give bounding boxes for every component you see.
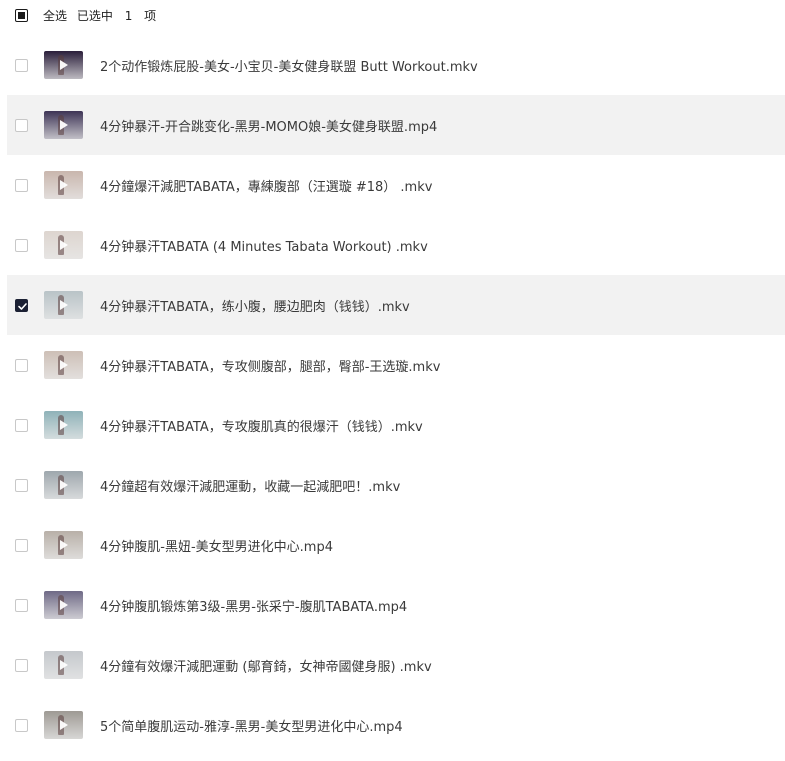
- play-icon: [60, 720, 68, 730]
- file-row[interactable]: 4分钟暴汗TABATA，练小腹，腰边肥肉（钱钱）.mkv: [7, 275, 785, 335]
- file-row[interactable]: 4分鐘有效爆汗減肥運動 (鄔育錡，女神帝國健身服) .mkv: [0, 635, 785, 695]
- file-name[interactable]: 2个动作锻炼屁股-美女-小宝贝-美女健身联盟 Butt Workout.mkv: [100, 56, 478, 75]
- video-thumbnail[interactable]: [44, 711, 83, 739]
- video-thumbnail[interactable]: [44, 111, 83, 139]
- file-name[interactable]: 4分鐘有效爆汗減肥運動 (鄔育錡，女神帝國健身服) .mkv: [100, 656, 432, 675]
- file-checkbox[interactable]: [15, 119, 28, 132]
- file-checkbox[interactable]: [15, 599, 28, 612]
- selected-count: 1: [124, 9, 133, 23]
- file-row[interactable]: 2个动作锻炼屁股-美女-小宝贝-美女健身联盟 Butt Workout.mkv: [0, 35, 785, 95]
- file-row[interactable]: 4分钟暴汗TABATA，专攻腹肌真的很爆汗（钱钱）.mkv: [0, 395, 785, 455]
- play-icon: [60, 660, 68, 670]
- play-icon: [60, 600, 68, 610]
- file-checkbox[interactable]: [15, 59, 28, 72]
- video-thumbnail[interactable]: [44, 591, 83, 619]
- file-checkbox[interactable]: [15, 299, 28, 312]
- file-checkbox[interactable]: [15, 179, 28, 192]
- file-row[interactable]: 4分钟暴汗TABATA (4 Minutes Tabata Workout) .…: [0, 215, 785, 275]
- video-thumbnail[interactable]: [44, 291, 83, 319]
- play-icon: [60, 420, 68, 430]
- file-checkbox[interactable]: [15, 539, 28, 552]
- file-row[interactable]: 4分钟暴汗TABATA，专攻侧腹部，腿部，臀部-王选璇.mkv: [0, 335, 785, 395]
- video-thumbnail[interactable]: [44, 531, 83, 559]
- file-name[interactable]: 5个简单腹肌运动-雅淳-黑男-美女型男进化中心.mp4: [100, 716, 403, 735]
- play-icon: [60, 180, 68, 190]
- video-thumbnail[interactable]: [44, 651, 83, 679]
- checkmark-icon: [18, 303, 27, 310]
- file-name[interactable]: 4分钟暴汗TABATA，专攻腹肌真的很爆汗（钱钱）.mkv: [100, 416, 423, 435]
- play-icon: [60, 480, 68, 490]
- video-thumbnail[interactable]: [44, 171, 83, 199]
- file-checkbox[interactable]: [15, 719, 28, 732]
- selected-label: 已选中: [76, 9, 113, 23]
- file-list: 2个动作锻炼屁股-美女-小宝贝-美女健身联盟 Butt Workout.mkv 4…: [0, 35, 785, 755]
- file-name[interactable]: 4分钟腹肌-黑妞-美女型男进化中心.mp4: [100, 536, 333, 555]
- unit-label: 项: [144, 9, 157, 23]
- partial-check-indicator: [18, 12, 25, 19]
- file-checkbox[interactable]: [15, 419, 28, 432]
- file-checkbox[interactable]: [15, 359, 28, 372]
- select-all-label[interactable]: 全选: [43, 9, 67, 23]
- file-checkbox[interactable]: [15, 659, 28, 672]
- file-row[interactable]: 4分钟腹肌-黑妞-美女型男进化中心.mp4: [0, 515, 785, 575]
- file-name[interactable]: 4分鐘超有效爆汗減肥運動，收藏一起減肥吧！.mkv: [100, 476, 400, 495]
- file-name[interactable]: 4分鐘爆汗減肥TABATA，專練腹部（汪選璇 #18） .mkv: [100, 176, 432, 195]
- play-icon: [60, 360, 68, 370]
- select-all-checkbox[interactable]: [15, 9, 28, 22]
- file-row[interactable]: 4分鐘超有效爆汗減肥運動，收藏一起減肥吧！.mkv: [0, 455, 785, 515]
- play-icon: [60, 240, 68, 250]
- file-name[interactable]: 4分钟暴汗TABATA (4 Minutes Tabata Workout) .…: [100, 236, 428, 255]
- file-name[interactable]: 4分钟腹肌锻炼第3级-黑男-张采宁-腹肌TABATA.mp4: [100, 596, 407, 615]
- video-thumbnail[interactable]: [44, 411, 83, 439]
- video-thumbnail[interactable]: [44, 351, 83, 379]
- play-icon: [60, 300, 68, 310]
- file-row[interactable]: 5个简单腹肌运动-雅淳-黑男-美女型男进化中心.mp4: [0, 695, 785, 755]
- file-row[interactable]: 4分鐘爆汗減肥TABATA，專練腹部（汪選璇 #18） .mkv: [0, 155, 785, 215]
- selection-summary: 全选 已选中 1 项: [43, 7, 162, 24]
- file-row[interactable]: 4分钟暴汗-开合跳变化-黑男-MOMO娘-美女健身联盟.mp4: [7, 95, 785, 155]
- selection-header: 全选 已选中 1 项: [0, 0, 785, 32]
- video-thumbnail[interactable]: [44, 471, 83, 499]
- video-thumbnail[interactable]: [44, 231, 83, 259]
- file-name[interactable]: 4分钟暴汗TABATA，练小腹，腰边肥肉（钱钱）.mkv: [100, 296, 410, 315]
- file-name[interactable]: 4分钟暴汗TABATA，专攻侧腹部，腿部，臀部-王选璇.mkv: [100, 356, 440, 375]
- play-icon: [60, 60, 68, 70]
- file-name[interactable]: 4分钟暴汗-开合跳变化-黑男-MOMO娘-美女健身联盟.mp4: [100, 116, 437, 135]
- file-checkbox[interactable]: [15, 479, 28, 492]
- file-checkbox[interactable]: [15, 239, 28, 252]
- play-icon: [60, 540, 68, 550]
- video-thumbnail[interactable]: [44, 51, 83, 79]
- play-icon: [60, 120, 68, 130]
- file-row[interactable]: 4分钟腹肌锻炼第3级-黑男-张采宁-腹肌TABATA.mp4: [0, 575, 785, 635]
